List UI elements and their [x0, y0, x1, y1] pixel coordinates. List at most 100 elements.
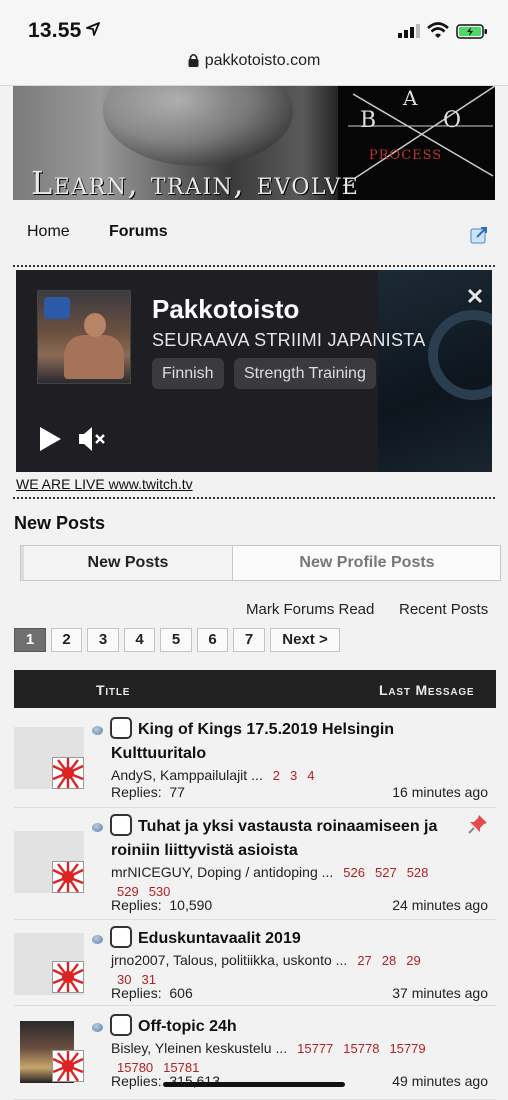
thread-page-link[interactable]: 528: [407, 865, 429, 880]
stream-title: SEURAAVA STRIIMI JAPANISTA: [152, 330, 426, 350]
banner-logo-letter: A: [403, 86, 418, 110]
thread-page-link[interactable]: 15779: [389, 1041, 425, 1056]
thread-last-message[interactable]: 37 minutes ago: [392, 985, 488, 1001]
status-dot-icon: [92, 823, 103, 832]
nav-forums[interactable]: Forums: [109, 223, 168, 241]
nav-home[interactable]: Home: [27, 223, 70, 241]
tag-finnish[interactable]: Finnish: [152, 358, 224, 389]
section-title: New Posts: [14, 513, 106, 533]
rising-sun-flag-icon: [52, 861, 84, 893]
twitch-embed[interactable]: Pakkotoisto SEURAAVA STRIIMI JAPANISTA F…: [16, 270, 492, 472]
play-icon[interactable]: [38, 426, 62, 452]
thread-author-forum[interactable]: Bisley, Yleinen keskustelu ...: [111, 1040, 287, 1056]
thread-meta: jrno2007, Talous, politiikka, uskonto ..…: [111, 951, 491, 989]
channel-avatar[interactable]: [37, 290, 131, 384]
signal-icon: [398, 24, 420, 38]
banner-logo-process: PROCESS: [369, 148, 443, 163]
divider: [13, 265, 495, 267]
thread-replies: Replies: 606: [111, 985, 193, 1001]
location-arrow-icon: [86, 22, 100, 36]
status-dot-icon: [92, 726, 103, 735]
thread-page-link[interactable]: 4: [307, 768, 314, 783]
thread-page-link[interactable]: 27: [357, 953, 371, 968]
thread-meta: mrNICEGUY, Doping / antidoping ... 526 527…: [111, 863, 491, 901]
home-indicator[interactable]: [163, 1082, 345, 1087]
replies-label: Replies:: [111, 1073, 162, 1089]
replies-count: 606: [169, 985, 193, 1001]
thread-page-link[interactable]: 15777: [297, 1041, 333, 1056]
banner-logo-letter: B: [360, 108, 377, 133]
thread-page-link[interactable]: 2: [273, 768, 280, 783]
rising-sun-flag-icon: [52, 757, 84, 789]
page-button[interactable]: 2: [51, 628, 82, 652]
rising-sun-flag-icon: [52, 961, 84, 993]
pin-icon: [468, 815, 487, 834]
thread-title[interactable]: Off-topic 24h: [111, 1015, 451, 1039]
twitch-live-link[interactable]: WE ARE LIVE www.twitch.tv: [16, 476, 193, 492]
post-tabs: New Posts New Profile Posts: [20, 545, 501, 581]
status-time: 13.55: [28, 19, 82, 42]
thread-page-link[interactable]: 29: [406, 953, 420, 968]
status-dot-icon: [92, 1023, 103, 1032]
wifi-icon: [427, 22, 449, 38]
thread-author-forum[interactable]: jrno2007, Talous, politiikka, uskonto ..…: [111, 952, 347, 968]
tab-new-posts[interactable]: New Posts: [21, 546, 233, 580]
site-banner[interactable]: A B O PROCESS Learn, train, evolve: [13, 86, 495, 200]
thread-row[interactable]: Tuhat ja yksi vastausta roinaamiseen ja …: [14, 809, 496, 920]
divider: [13, 497, 495, 499]
tag-strength-training[interactable]: Strength Training: [234, 358, 376, 389]
thread-replies: Replies: 10,590: [111, 897, 212, 913]
replies-label: Replies:: [111, 784, 162, 800]
thread-page-link[interactable]: 28: [382, 953, 396, 968]
thread-page-link[interactable]: 527: [375, 865, 397, 880]
channel-name[interactable]: Pakkotoisto: [152, 294, 299, 325]
mute-icon[interactable]: [78, 426, 106, 452]
next-page-button[interactable]: Next >: [270, 628, 340, 652]
url-text: pakkotoisto.com: [204, 52, 321, 69]
banner-slogan: Learn, train, evolve: [31, 164, 360, 200]
thread-row[interactable]: Eduskuntavaalit 2019 jrno2007, Talous, p…: [14, 921, 496, 1006]
main-nav: Home Forums: [13, 214, 495, 254]
recent-posts-link[interactable]: Recent Posts: [399, 601, 488, 618]
thread-meta: Bisley, Yleinen keskustelu ... 15777 15778…: [111, 1039, 491, 1077]
tab-new-profile-posts[interactable]: New Profile Posts: [234, 546, 500, 580]
thread-last-message[interactable]: 49 minutes ago: [392, 1073, 488, 1089]
thread-title[interactable]: Tuhat ja yksi vastausta roinaamiseen ja …: [111, 815, 451, 863]
page-button[interactable]: 4: [124, 628, 155, 652]
column-title[interactable]: Title: [96, 682, 130, 698]
threads-table-header: Title Last Message: [14, 670, 496, 708]
replies-count: 10,590: [169, 897, 213, 913]
thread-author-forum[interactable]: mrNICEGUY, Doping / antidoping ...: [111, 864, 333, 880]
thread-page-link[interactable]: 15778: [343, 1041, 379, 1056]
replies-label: Replies:: [111, 897, 162, 913]
browser-chrome: 13.55 pakkotoisto.com: [0, 0, 508, 86]
page-button[interactable]: 6: [197, 628, 228, 652]
thread-title[interactable]: King of Kings 17.5.2019 Helsingin Kulttu…: [111, 718, 451, 766]
mark-forums-read-link[interactable]: Mark Forums Read: [246, 601, 374, 618]
thread-last-message[interactable]: 24 minutes ago: [392, 897, 488, 913]
banner-logo-cross: [343, 86, 495, 186]
status-dot-icon: [92, 935, 103, 944]
url-bar[interactable]: pakkotoisto.com: [0, 52, 508, 70]
replies-label: Replies:: [111, 985, 162, 1001]
thread-row[interactable]: King of Kings 17.5.2019 Helsingin Kulttu…: [14, 709, 496, 808]
thread-title[interactable]: Eduskuntavaalit 2019: [111, 927, 451, 951]
page-button[interactable]: 7: [233, 628, 265, 652]
thread-meta: AndyS, Kamppailulajit ... 2 3 4: [111, 766, 491, 785]
battery-icon: [456, 24, 487, 39]
thread-author-forum[interactable]: AndyS, Kamppailulajit ...: [111, 767, 263, 783]
thread-page-link[interactable]: 3: [290, 768, 297, 783]
thread-last-message[interactable]: 16 minutes ago: [392, 784, 488, 800]
banner-logo-letter: O: [443, 108, 462, 133]
thread-replies: Replies: 77: [111, 784, 185, 800]
banner-photo: [103, 86, 293, 166]
column-last-message[interactable]: Last Message: [379, 682, 474, 698]
replies-count: 77: [169, 784, 185, 800]
external-link-icon[interactable]: [470, 226, 488, 244]
page-button[interactable]: 3: [87, 628, 119, 652]
thread-page-link[interactable]: 526: [343, 865, 365, 880]
rising-sun-flag-icon: [52, 1050, 84, 1082]
close-icon[interactable]: [467, 288, 483, 304]
page-button-current[interactable]: 1: [14, 628, 46, 652]
page-button[interactable]: 5: [160, 628, 192, 652]
